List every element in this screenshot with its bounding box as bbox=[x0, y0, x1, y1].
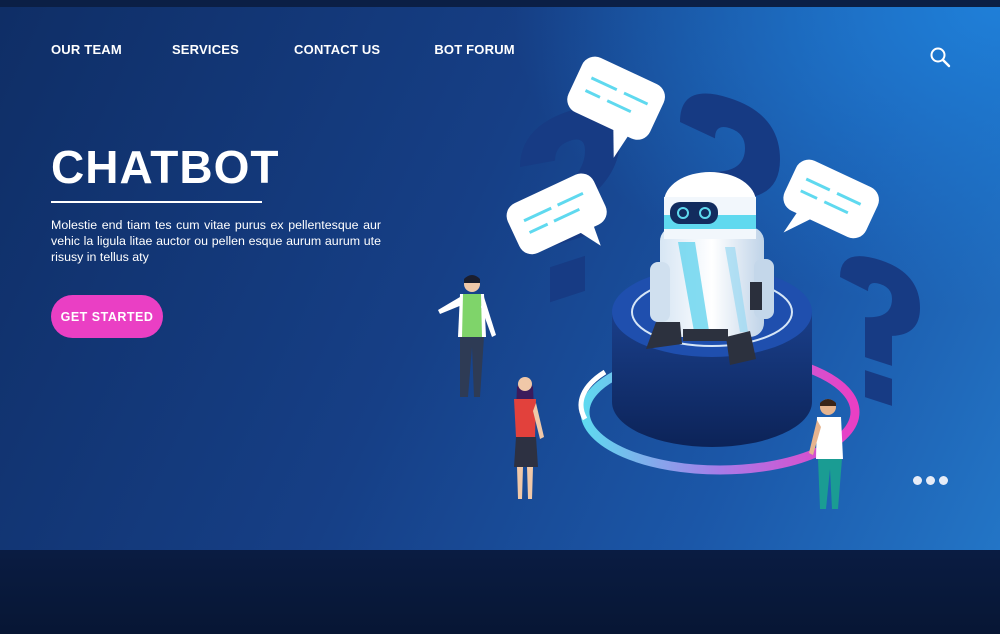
nav-link-contact-us[interactable]: CONTACT US bbox=[294, 42, 380, 57]
hero-description: Molestie end tiam tes cum vitae purus ex… bbox=[51, 218, 381, 264]
carousel-dot[interactable] bbox=[913, 476, 922, 485]
get-started-button[interactable]: GET STARTED bbox=[51, 295, 163, 338]
person-icon bbox=[438, 275, 496, 397]
carousel-dot[interactable] bbox=[939, 476, 948, 485]
chatbot-robot-icon bbox=[646, 172, 774, 365]
title-underline bbox=[51, 201, 262, 203]
chatbot-illustration bbox=[438, 56, 920, 509]
carousel-dots[interactable] bbox=[913, 476, 948, 485]
top-strip bbox=[0, 0, 1000, 7]
landing-page: OUR TEAM SERVICES CONTACT US BOT FORUM C… bbox=[0, 0, 1000, 634]
nav-link-our-team[interactable]: OUR TEAM bbox=[51, 42, 122, 57]
nav-link-services[interactable]: SERVICES bbox=[172, 42, 239, 57]
carousel-dot[interactable] bbox=[926, 476, 935, 485]
page-title: CHATBOT bbox=[51, 141, 280, 193]
footer-band bbox=[0, 550, 1000, 634]
person-icon bbox=[514, 377, 544, 499]
hero-section: OUR TEAM SERVICES CONTACT US BOT FORUM C… bbox=[0, 7, 1000, 550]
question-mark-icon bbox=[840, 256, 920, 406]
speech-bubble-icon bbox=[783, 159, 879, 239]
